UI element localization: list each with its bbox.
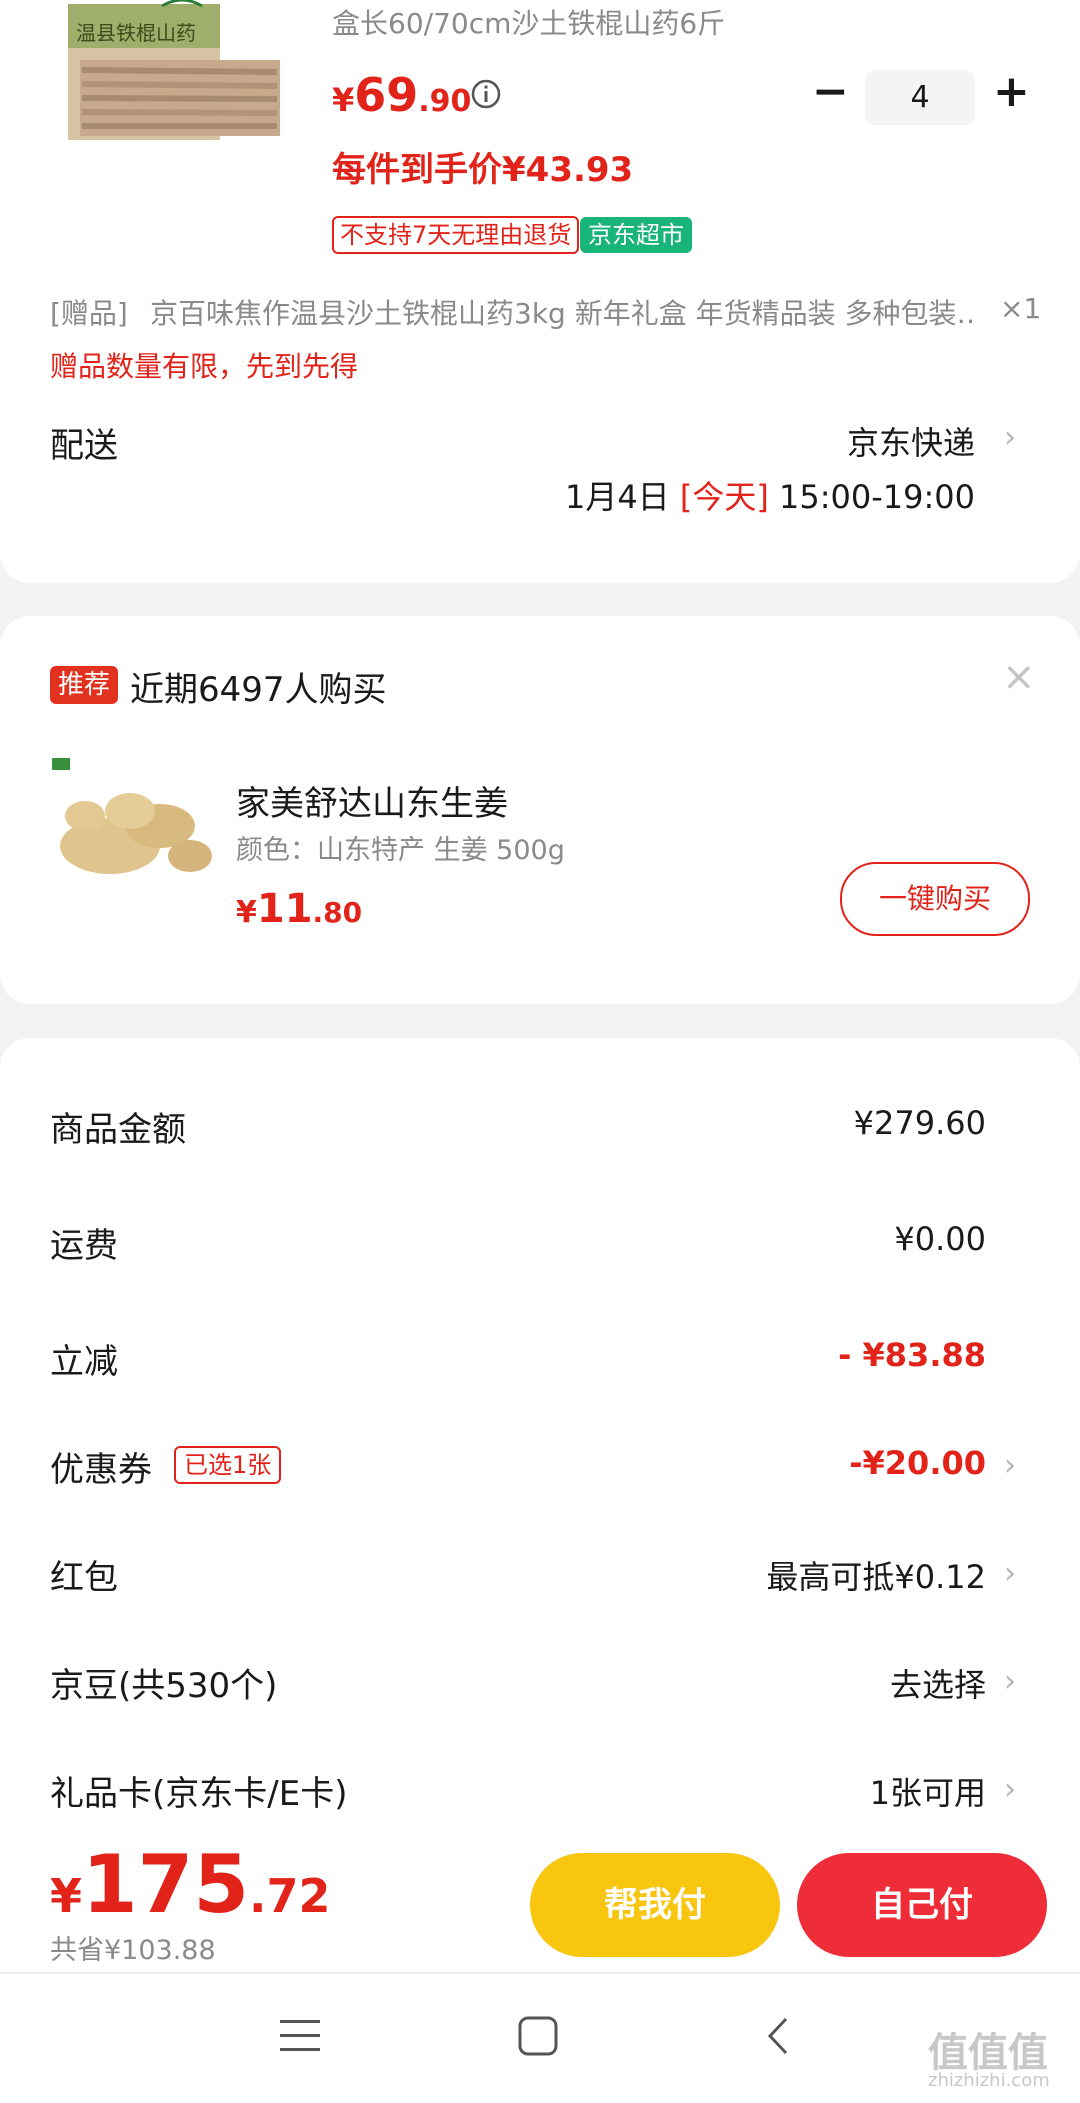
gift-card-chevron-icon[interactable]: › — [1004, 1772, 1016, 1807]
delivery-carrier[interactable]: 京东快递 — [847, 418, 975, 464]
gift-name: 京百味焦作温县沙土铁棍山药3kg 新年礼盒 年货精品装 多种包装… — [150, 297, 975, 330]
home-square-icon[interactable] — [518, 2016, 558, 2060]
recommend-product-name[interactable]: 家美舒达山东生姜 — [236, 776, 508, 825]
no-return-tag: 不支持7天无理由退货 — [332, 216, 580, 254]
goods-amount-value: ¥279.60 — [853, 1104, 986, 1142]
close-icon[interactable]: × — [1002, 654, 1036, 700]
total-price: ¥175.72 — [50, 1838, 331, 1931]
total-saved: 共省¥103.88 — [50, 1935, 216, 1966]
gift-card-label: 礼品卡(京东卡/E卡) — [50, 1774, 348, 1814]
coupon-label: 优惠券 — [50, 1450, 152, 1490]
product-price: ¥69.90 — [332, 68, 472, 122]
gift-notice: 赠品数量有限，先到先得 — [50, 350, 359, 383]
gift-card-value[interactable]: 1张可用 — [870, 1768, 986, 1814]
coupon-badge[interactable]: 已选1张 — [174, 1446, 282, 1484]
jd-supermarket-tag: 京东超市 — [580, 217, 692, 253]
help-pay-button[interactable]: 帮我付 — [530, 1853, 780, 1957]
recommend-card: 推荐 近期6497人购买 × 家美舒达山东生姜 颜色：山东特产 生姜 500g … — [0, 616, 1080, 1004]
red-packet-label: 红包 — [50, 1558, 118, 1598]
per-item-price: 每件到手价¥43.93 — [332, 150, 634, 190]
product-image[interactable]: 温县铁棍山药 — [62, 0, 284, 145]
recommend-badge: 推荐 — [50, 666, 119, 704]
discount-value: - ¥83.88 — [838, 1336, 986, 1374]
jd-bean-value[interactable]: 去选择 — [890, 1660, 986, 1706]
gift-label: [赠品] — [50, 297, 128, 330]
menu-icon[interactable] — [280, 2018, 320, 2058]
order-item-card: 温县铁棍山药 盒长60/70cm沙土铁棍山药6斤 ¥69.90 − 4 + 每件… — [0, 0, 1080, 583]
delivery-chevron-icon[interactable]: › — [1004, 420, 1016, 455]
coupon-value[interactable]: -¥20.00 — [849, 1444, 986, 1482]
self-pay-button[interactable]: 自己付 — [797, 1853, 1047, 1957]
red-packet-chevron-icon[interactable]: › — [1004, 1556, 1016, 1591]
jd-bean-label: 京豆(共530个) — [50, 1666, 278, 1706]
watermark-url: zhizhizhi.com — [928, 2070, 1050, 2091]
delivery-label: 配送 — [50, 426, 118, 466]
delivery-window: 15:00-19:00 — [779, 478, 975, 516]
recommend-product-spec: 颜色：山东特产 生姜 500g — [236, 835, 565, 866]
recommend-price: ¥11.80 — [236, 886, 363, 932]
quantity-plus-button[interactable]: + — [993, 70, 1030, 114]
back-chevron-icon[interactable] — [766, 2016, 790, 2060]
quantity-minus-button[interactable]: − — [812, 70, 849, 114]
info-circle-icon[interactable] — [470, 78, 502, 114]
delivery-time[interactable]: 1月4日 [今天] 15:00-19:00 — [565, 472, 975, 518]
one-click-buy-button[interactable]: 一键购买 — [840, 862, 1030, 936]
recommend-title: 近期6497人购买 — [130, 670, 387, 710]
discount-label: 立减 — [50, 1342, 118, 1382]
shipping-value: ¥0.00 — [894, 1220, 986, 1258]
delivery-date: 1月4日 — [564, 478, 670, 516]
shipping-label: 运费 — [50, 1226, 118, 1266]
delivery-today: [今天] — [679, 478, 769, 516]
product-subtitle: 盒长60/70cm沙土铁棍山药6斤 — [332, 7, 726, 40]
jd-bean-chevron-icon[interactable]: › — [1004, 1664, 1016, 1699]
coupon-chevron-icon[interactable]: › — [1004, 1448, 1016, 1483]
gift-count: ×1 — [1000, 292, 1042, 325]
quantity-input[interactable]: 4 — [865, 70, 975, 125]
goods-amount-label: 商品金额 — [50, 1110, 186, 1150]
divider — [0, 1972, 1080, 1974]
ginger-image[interactable] — [50, 756, 220, 906]
svg-text:温县铁棍山药: 温县铁棍山药 — [76, 21, 196, 45]
red-packet-value[interactable]: 最高可抵¥0.12 — [766, 1552, 986, 1598]
